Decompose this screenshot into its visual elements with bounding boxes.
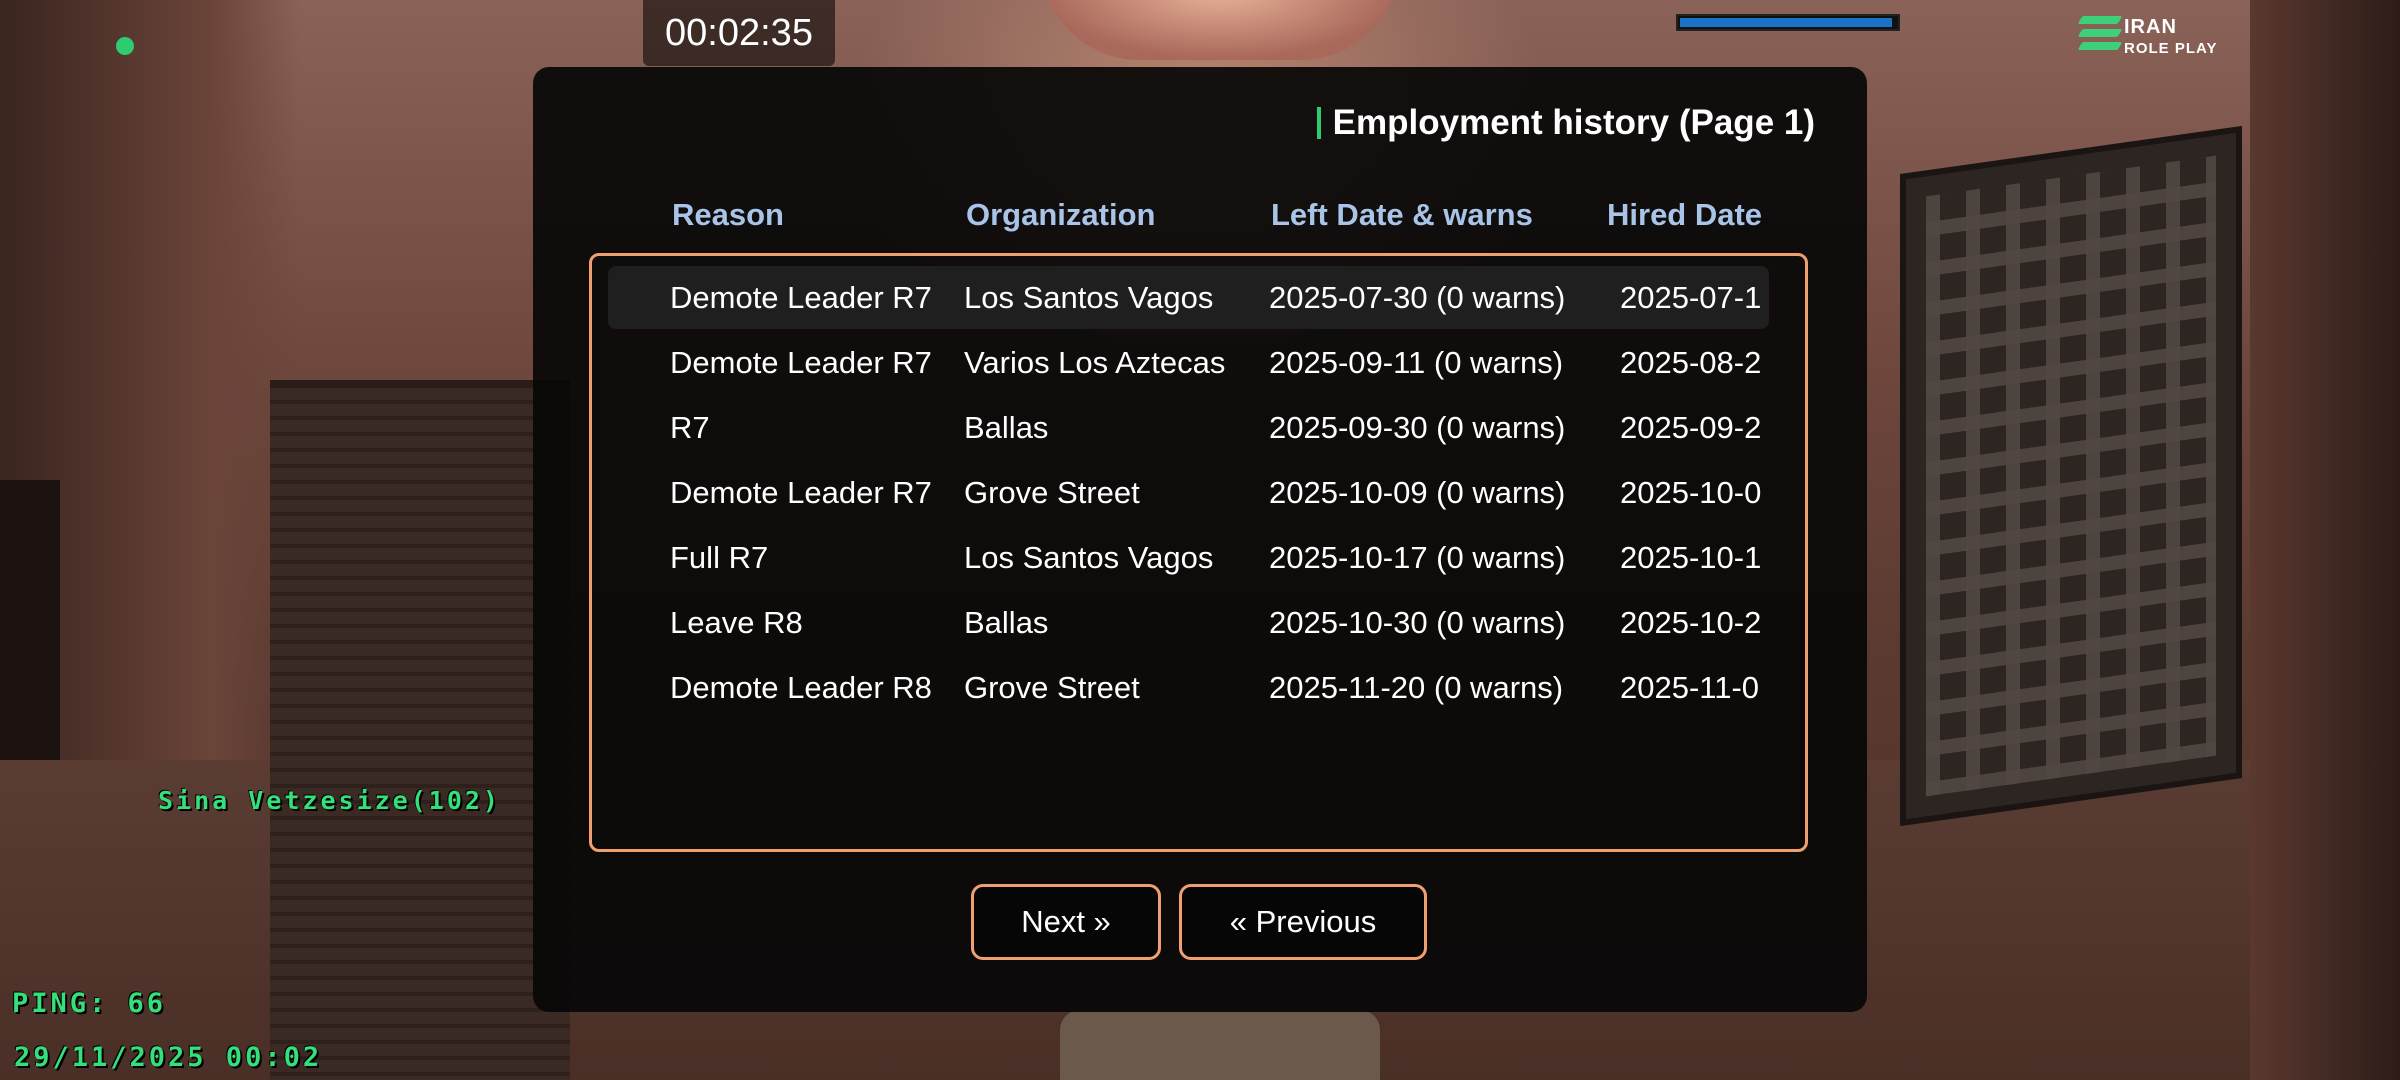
row-organization: Ballas bbox=[964, 410, 1049, 445]
status-dot-icon bbox=[116, 37, 134, 55]
health-bar-fill bbox=[1680, 18, 1892, 27]
server-logo: IRAN ROLE PLAY bbox=[2077, 14, 2220, 60]
cabinet bbox=[270, 380, 570, 1080]
row-hired-date: 2025-10-2 bbox=[1620, 605, 1762, 640]
row-organization: Ballas bbox=[964, 605, 1049, 640]
row-left-date: 2025-10-09 (0 warns) bbox=[1269, 475, 1566, 510]
row-organization: Los Santos Vagos bbox=[964, 540, 1214, 575]
next-page-button[interactable]: Next » bbox=[971, 884, 1161, 960]
column-header-left-date: Left Date & warns bbox=[1271, 197, 1533, 232]
table-row[interactable]: R7 Ballas 2025-09-30 (0 warns) 2025-09-2 bbox=[608, 396, 1769, 459]
row-hired-date: 2025-10-0 bbox=[1620, 475, 1762, 510]
table-row[interactable]: Full R7 Los Santos Vagos 2025-10-17 (0 w… bbox=[608, 526, 1769, 589]
row-hired-date: 2025-07-1 bbox=[1620, 280, 1762, 315]
logo-text-2: ROLE PLAY bbox=[2124, 40, 2218, 57]
previous-page-button[interactable]: « Previous bbox=[1179, 884, 1427, 960]
table-row[interactable]: Demote Leader R7 Grove Street 2025-10-09… bbox=[608, 461, 1769, 524]
table-row[interactable]: Leave R8 Ballas 2025-10-30 (0 warns) 202… bbox=[608, 591, 1769, 654]
row-organization: Grove Street bbox=[964, 670, 1140, 705]
row-reason: Demote Leader R7 bbox=[670, 475, 932, 510]
ping-readout: PING: 66 bbox=[12, 988, 167, 1019]
row-hired-date: 2025-08-2 bbox=[1620, 345, 1762, 380]
row-left-date: 2025-07-30 (0 warns) bbox=[1269, 280, 1566, 315]
row-reason: Demote Leader R7 bbox=[670, 345, 932, 380]
row-organization: Varios Los Aztecas bbox=[964, 345, 1226, 380]
dialog-title: Employment history (Page 1) bbox=[1332, 103, 1815, 142]
table-row[interactable]: Demote Leader R7 Varios Los Aztecas 2025… bbox=[608, 331, 1769, 394]
column-header-hired-date: Hired Date bbox=[1607, 197, 1763, 232]
table-header: Reason Organization Left Date & warns Hi… bbox=[533, 197, 1867, 247]
row-hired-date: 2025-09-2 bbox=[1620, 410, 1762, 445]
column-header-organization: Organization bbox=[966, 197, 1156, 232]
table-row[interactable]: Demote Leader R7 Los Santos Vagos 2025-0… bbox=[608, 266, 1769, 329]
health-bar bbox=[1676, 14, 1900, 31]
row-left-date: 2025-11-20 (0 warns) bbox=[1269, 670, 1564, 705]
row-organization: Los Santos Vagos bbox=[964, 280, 1214, 315]
history-list[interactable]: Demote Leader R7 Los Santos Vagos 2025-0… bbox=[589, 253, 1808, 852]
row-reason: R7 bbox=[670, 410, 710, 445]
logo-stripes-icon bbox=[2077, 16, 2123, 56]
row-reason: Full R7 bbox=[670, 540, 769, 575]
dialog-header: Employment history (Page 1) bbox=[1316, 103, 1815, 143]
ceiling-lamp bbox=[1040, 0, 1400, 60]
row-left-date: 2025-09-30 (0 warns) bbox=[1269, 410, 1566, 445]
right-wall bbox=[2250, 0, 2400, 1080]
player-name-tag: Sina Vetzesize(102) bbox=[158, 786, 501, 815]
table-row[interactable]: Demote Leader R8 Grove Street 2025-11-20… bbox=[608, 656, 1769, 719]
column-header-reason: Reason bbox=[672, 197, 784, 232]
row-organization: Grove Street bbox=[964, 475, 1140, 510]
title-accent-bar bbox=[1316, 107, 1321, 139]
row-reason: Demote Leader R7 bbox=[670, 280, 932, 315]
row-left-date: 2025-09-11 (0 warns) bbox=[1269, 345, 1564, 380]
date-time-readout: 29/11/2025 00:02 bbox=[14, 1042, 323, 1073]
row-left-date: 2025-10-30 (0 warns) bbox=[1269, 605, 1566, 640]
row-left-date: 2025-10-17 (0 warns) bbox=[1269, 540, 1566, 575]
row-hired-date: 2025-10-1 bbox=[1620, 540, 1762, 575]
logo-text-1: IRAN bbox=[2124, 16, 2177, 38]
employment-history-dialog: Employment history (Page 1) Reason Organ… bbox=[533, 67, 1867, 1012]
row-reason: Leave R8 bbox=[670, 605, 803, 640]
session-timer: 00:02:35 bbox=[643, 0, 835, 66]
player-character bbox=[1060, 1010, 1380, 1080]
row-hired-date: 2025-11-0 bbox=[1620, 670, 1760, 705]
row-reason: Demote Leader R8 bbox=[670, 670, 932, 705]
doorway bbox=[0, 480, 60, 780]
decorative-screen bbox=[1900, 125, 2242, 827]
